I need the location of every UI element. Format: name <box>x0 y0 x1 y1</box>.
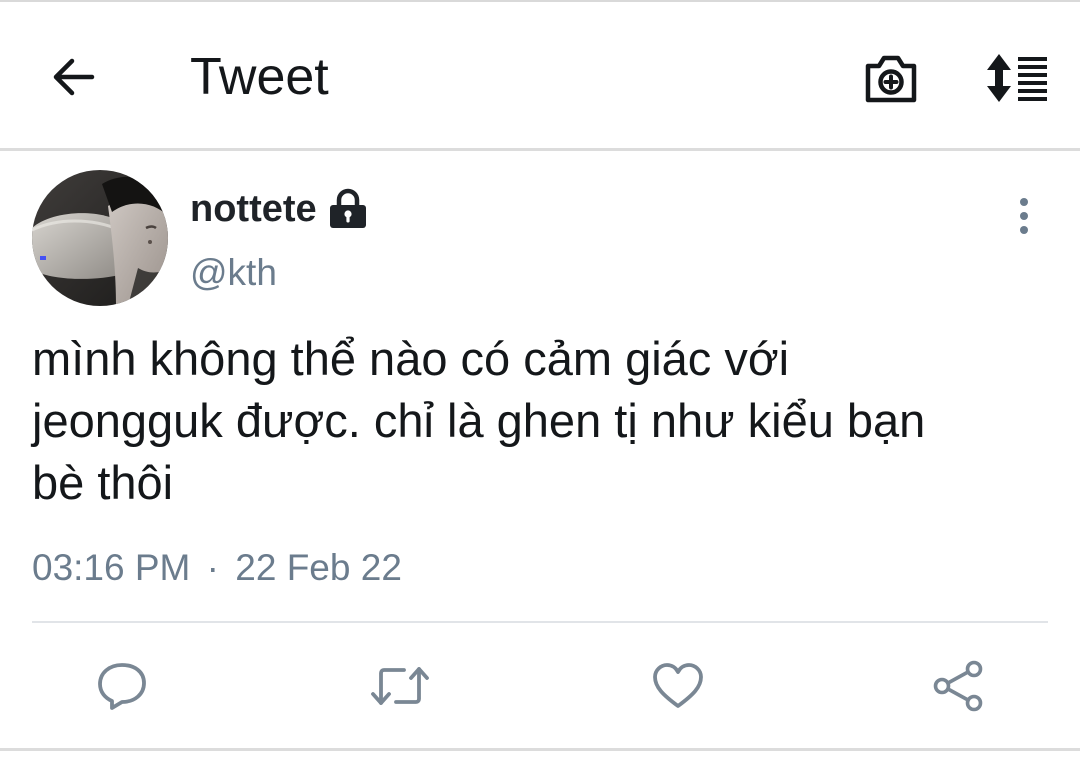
like-button[interactable] <box>648 658 708 714</box>
back-button[interactable] <box>48 52 98 102</box>
more-options-button[interactable] <box>1004 192 1044 240</box>
tweet-time: 03:16 PM <box>32 547 191 588</box>
tweet-timestamp: 03:16 PM · 22 Feb 22 <box>32 544 402 592</box>
share-button[interactable] <box>928 658 988 714</box>
sort-button[interactable] <box>980 48 1052 108</box>
camera-icon <box>865 55 917 103</box>
retweet-button[interactable] <box>370 658 430 714</box>
tweet-text: mình không thể nào có cảm giác với jeong… <box>32 332 926 509</box>
timestamp-separator: · <box>206 547 219 588</box>
avatar-image <box>32 170 168 306</box>
avatar[interactable] <box>32 170 168 306</box>
content-divider <box>32 621 1048 623</box>
heart-icon <box>653 663 703 708</box>
bottom-divider <box>0 748 1080 751</box>
user-handle[interactable]: @kth <box>190 250 277 296</box>
reply-icon <box>98 663 146 710</box>
lock-icon <box>330 188 366 228</box>
page-title: Tweet <box>190 48 329 106</box>
display-name[interactable]: nottete <box>190 186 317 232</box>
share-icon <box>933 660 983 712</box>
more-vertical-icon <box>1020 198 1028 234</box>
retweet-icon <box>371 667 429 705</box>
reply-button[interactable] <box>92 658 152 714</box>
arrow-left-icon <box>53 58 95 96</box>
sort-icon <box>987 54 1047 102</box>
tweet-date: 22 Feb 22 <box>235 547 402 588</box>
app-header: Tweet <box>0 2 1080 148</box>
camera-button[interactable] <box>860 48 922 108</box>
header-divider <box>0 148 1080 151</box>
